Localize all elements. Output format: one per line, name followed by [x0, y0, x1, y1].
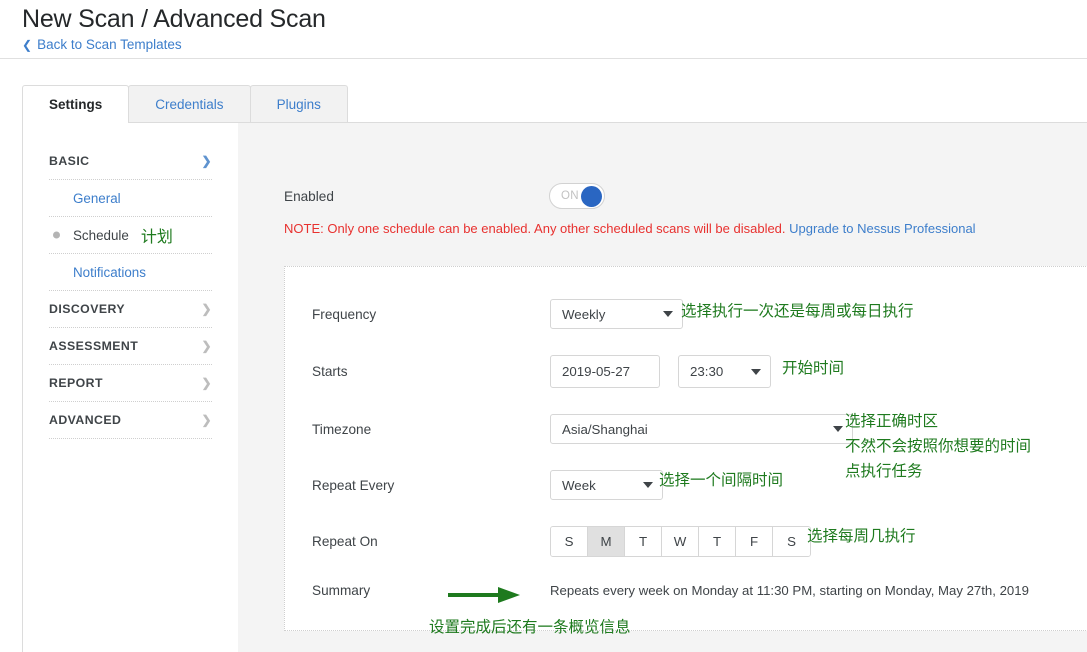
enabled-label: Enabled — [284, 188, 334, 204]
chevron-left-icon: ❮ — [22, 37, 33, 52]
day-button-sunday[interactable]: S — [551, 527, 588, 556]
annotation-repeat-every: 选择一个间隔时间 — [659, 471, 784, 489]
day-label: S — [787, 534, 796, 549]
sidebar-item-notifications-label: Notifications — [73, 264, 146, 280]
current-item-bullet-icon — [53, 231, 60, 239]
sidebar-group-report-label: REPORT — [49, 376, 103, 390]
tab-plugins-label: Plugins — [276, 97, 321, 112]
sidebar-item-notifications[interactable]: Notifications — [49, 254, 212, 291]
summary-row: Summary Repeats every week on Monday at … — [285, 583, 1029, 598]
chevron-down-icon — [833, 426, 843, 432]
day-button-saturday[interactable]: S — [773, 527, 810, 556]
settings-sidebar: BASIC ❯ General Schedule 计划 Notification… — [23, 123, 238, 652]
back-link-label: Back to Scan Templates — [37, 37, 182, 52]
repeat-every-value: Week — [562, 477, 596, 493]
chevron-down-icon: ❯ — [201, 154, 212, 168]
toggle-knob — [581, 185, 602, 207]
starts-time-select[interactable]: 23:30 — [678, 355, 771, 388]
sidebar-group-basic[interactable]: BASIC ❯ — [49, 143, 212, 180]
timezone-value: Asia/Shanghai — [562, 421, 648, 437]
annotation-schedule: 计划 — [140, 227, 173, 246]
starts-date-value: 2019-05-27 — [562, 364, 631, 379]
sidebar-group-report[interactable]: REPORT ❯ — [49, 365, 212, 402]
sidebar-group-advanced-label: ADVANCED — [49, 413, 122, 427]
repeat-on-day-group: S M T W T F S — [550, 526, 811, 557]
summary-value: Repeats every week on Monday at 11:30 PM… — [550, 583, 1029, 598]
annotation-frequency: 选择执行一次还是每周或每日执行 — [681, 302, 914, 320]
sidebar-item-schedule-label: Schedule — [73, 227, 129, 243]
day-label: W — [673, 534, 687, 549]
starts-time-value: 23:30 — [690, 364, 724, 379]
page-header: New Scan / Advanced Scan ❮ Back to Scan … — [0, 0, 1087, 59]
annotation-starts: 开始时间 — [782, 359, 845, 377]
repeat-every-select[interactable]: Week — [550, 470, 663, 500]
enabled-row: Enabled ON — [284, 183, 605, 209]
page-root: New Scan / Advanced Scan ❮ Back to Scan … — [0, 0, 1087, 652]
annotation-repeat-on: 选择每周几执行 — [807, 527, 916, 545]
day-button-friday[interactable]: F — [736, 527, 773, 556]
day-label: T — [712, 534, 722, 549]
day-label: S — [564, 534, 574, 549]
tab-bar: Settings Credentials Plugins — [22, 85, 348, 124]
frequency-value: Weekly — [562, 306, 606, 322]
schedule-note-text: NOTE: Only one schedule can be enabled. … — [284, 221, 790, 236]
starts-date-input[interactable]: 2019-05-27 — [550, 355, 660, 388]
day-button-monday[interactable]: M — [588, 527, 625, 556]
starts-label: Starts — [312, 364, 348, 379]
repeat-on-label: Repeat On — [312, 534, 378, 549]
timezone-row: Timezone Asia/Shanghai — [285, 414, 853, 444]
frequency-label: Frequency — [312, 306, 377, 322]
starts-row: Starts 2019-05-27 23:30 — [285, 355, 771, 388]
day-button-thursday[interactable]: T — [699, 527, 736, 556]
timezone-label: Timezone — [312, 421, 372, 437]
day-button-tuesday[interactable]: T — [625, 527, 662, 556]
page-title: New Scan / Advanced Scan — [22, 5, 326, 33]
chevron-down-icon — [751, 368, 761, 375]
sidebar-item-general-label: General — [73, 190, 121, 206]
annotation-summary: 设置完成后还有一条概览信息 — [429, 618, 631, 636]
annotation-timezone-line2: 不然不会按照你想要的时间 — [845, 437, 1032, 455]
sidebar-item-schedule[interactable]: Schedule 计划 — [49, 217, 212, 254]
schedule-note: NOTE: Only one schedule can be enabled. … — [284, 221, 976, 236]
chevron-right-icon: ❯ — [201, 376, 212, 390]
frequency-row: Frequency Weekly — [285, 299, 683, 329]
header-divider — [0, 58, 1087, 59]
sidebar-group-assessment[interactable]: ASSESSMENT ❯ — [49, 328, 212, 365]
repeat-on-row: Repeat On S M T W T F S — [285, 526, 811, 557]
sidebar-group-advanced[interactable]: ADVANCED ❯ — [49, 402, 212, 439]
tab-settings-label: Settings — [49, 97, 103, 112]
sidebar-group-discovery-label: DISCOVERY — [49, 302, 126, 316]
repeat-every-label: Repeat Every — [312, 477, 395, 493]
enabled-toggle[interactable]: ON — [549, 183, 605, 209]
chevron-right-icon: ❯ — [201, 413, 212, 427]
settings-body: BASIC ❯ General Schedule 计划 Notification… — [22, 122, 1087, 652]
sidebar-group-assessment-label: ASSESSMENT — [49, 339, 139, 353]
day-label: T — [638, 534, 648, 549]
upgrade-to-nessus-professional-link[interactable]: Upgrade to Nessus Professional — [789, 221, 975, 236]
tab-settings[interactable]: Settings — [22, 85, 130, 124]
sidebar-item-general[interactable]: General — [49, 180, 212, 217]
repeat-every-row: Repeat Every Week — [285, 470, 663, 500]
frequency-select[interactable]: Weekly — [550, 299, 683, 329]
tab-plugins[interactable]: Plugins — [249, 85, 348, 123]
back-to-scan-templates-link[interactable]: ❮ Back to Scan Templates — [22, 37, 182, 52]
enabled-toggle-state: ON — [561, 190, 579, 202]
day-label: F — [749, 534, 759, 549]
chevron-right-icon: ❯ — [201, 339, 212, 353]
tab-credentials[interactable]: Credentials — [128, 85, 251, 123]
sidebar-group-basic-label: BASIC — [49, 154, 90, 168]
annotation-arrow — [448, 585, 528, 610]
chevron-down-icon — [663, 311, 673, 317]
sidebar-group-discovery[interactable]: DISCOVERY ❯ — [49, 291, 212, 328]
schedule-settings-panel: Enabled ON NOTE: Only one schedule can b… — [238, 123, 1087, 652]
timezone-select[interactable]: Asia/Shanghai — [550, 414, 853, 444]
annotation-timezone-line1: 选择正确时区 — [845, 412, 939, 430]
tab-credentials-label: Credentials — [155, 97, 224, 112]
chevron-down-icon — [643, 482, 653, 488]
day-button-wednesday[interactable]: W — [662, 527, 699, 556]
annotation-timezone-line3: 点执行任务 — [845, 462, 923, 480]
chevron-right-icon: ❯ — [201, 302, 212, 316]
day-label: M — [600, 534, 612, 549]
